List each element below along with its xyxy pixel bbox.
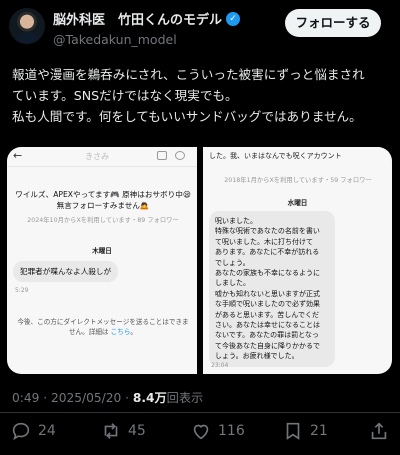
tweet-actions: 24 45 116 21: [0, 414, 400, 450]
dm-message-time: 23:04: [211, 362, 229, 369]
dm-notice-text: 今後、この方にダイレクトメッセージを送ることはできません。詳細は: [17, 318, 189, 336]
dm-message-line: あなたの家族も不幸になるように: [215, 269, 320, 278]
dm-message-line: な手順で呪いましたので必ず効果: [215, 300, 320, 309]
dm-message-line: 呪いました。: [215, 217, 257, 225]
avatar[interactable]: [9, 8, 45, 44]
dm-message-line: ないです。あなたの罪は罰となっ: [215, 331, 319, 340]
tweet-text: 報道や漫画を鵜呑みにされ、こういった被害にずっと悩まされ ています。SNSだけで…: [12, 64, 390, 127]
retweet-button[interactable]: 45: [100, 420, 146, 442]
bookmark-button[interactable]: 21: [282, 420, 328, 442]
dm-account-meta: 2024年10月からXを利用しています・89 フォロワー: [27, 217, 179, 224]
dm-message-line: 嘘かも知れないと思いますが正式: [215, 289, 320, 298]
share-button[interactable]: [368, 420, 390, 442]
dm-header-name: きさみ: [85, 152, 109, 161]
author-block: 脳外科医 竹田くんのモデル ✓ @Takedakun_model: [53, 9, 241, 47]
tweet-meta: 0:49 · 2025/05/20 · 8.4万回表示: [12, 388, 203, 406]
author-handle[interactable]: @Takedakun_model: [53, 32, 240, 47]
bookmark-icon: [286, 422, 300, 440]
dm-day-label: 木曜日: [92, 247, 112, 255]
dm-message-bubble: 犯罪者が喋んなよ人殺しが: [13, 261, 119, 282]
dm-message-line: しょう。お疲れ様でした。: [215, 352, 299, 361]
follow-button[interactable]: フォローする: [285, 9, 381, 37]
dm-message-line: しました。: [215, 279, 250, 288]
media-image-left[interactable]: ← きさみ ワイルズ、APEXやってます🎮 原神はおサボり中😪 無言フォローすみ…: [7, 147, 197, 374]
back-arrow-icon: ←: [13, 149, 23, 162]
dm-message-line: さい。あなたは幸せになることは: [215, 321, 320, 330]
views-label: 回表示: [166, 391, 204, 405]
share-icon: [371, 422, 387, 440]
dm-header: ← きさみ: [7, 147, 197, 167]
dm-profile-bio: した。我、いまはなんでも呪くアカウント: [209, 152, 342, 160]
dm-message-bubble: 呪いました。 特殊な呪術であなたの名前を書い て呪いました。木に打ち付けて あり…: [209, 211, 335, 367]
retweet-icon: [104, 423, 118, 439]
tweet-text-line: ています。SNSだけではなく現実でも。: [12, 88, 238, 103]
dm-message-time: 5:29: [15, 287, 29, 294]
reply-count: 24: [38, 423, 56, 439]
dm-message-line: て呪いました。木に打ち付けて: [215, 237, 313, 246]
dm-account-meta: 2018年1月からXを利用しています・59 フォロワー: [224, 177, 372, 184]
like-button[interactable]: 116: [190, 420, 245, 442]
tweet-media[interactable]: ← きさみ ワイルズ、APEXやってます🎮 原神はおサボり中😪 無言フォローすみ…: [7, 147, 392, 374]
dm-day-label: 水曜日: [287, 199, 308, 207]
reply-button[interactable]: 24: [10, 420, 56, 442]
dm-notice-end: 。: [130, 328, 138, 336]
bookmark-count: 21: [310, 423, 328, 439]
like-count: 116: [218, 423, 245, 439]
divider: [0, 412, 400, 413]
dm-message-line: 特殊な呪術であなたの名前を書い: [215, 227, 320, 236]
verified-badge-icon: ✓: [226, 11, 241, 26]
media-image-right[interactable]: した。我、いまはなんでも呪くアカウント 2018年1月からXを利用しています・5…: [203, 147, 392, 374]
dm-message-line: て今後あなた自身に降りかかるで: [215, 341, 320, 350]
video-icon: [157, 151, 167, 160]
dm-notice-link[interactable]: こちら: [111, 328, 131, 336]
dm-message-line: でしょう。: [215, 258, 250, 267]
dm-message-line: があると思います。苦しんでくだ: [215, 310, 319, 319]
author-display-name[interactable]: 脳外科医 竹田くんのモデル: [53, 9, 222, 28]
call-icon: [175, 151, 185, 160]
heart-icon: [193, 424, 209, 440]
tweet-header: 脳外科医 竹田くんのモデル ✓ @Takedakun_model フォローする: [9, 6, 391, 47]
dm-profile-bio: ワイルズ、APEXやってます🎮 原神はおサボり中😪 無言フォローすみません🙇: [15, 190, 191, 210]
retweet-count: 45: [128, 423, 146, 439]
tweet-timestamp[interactable]: 0:49 · 2025/05/20 ·: [12, 391, 133, 405]
reply-icon: [12, 422, 30, 441]
tweet-text-line: 私も人間です。何をしてもいいサンドバッグではありません。: [12, 109, 362, 124]
tweet-text-line: 報道や漫画を鵜呑みにされ、こういった被害にずっと悩まされ: [12, 67, 365, 82]
dm-message-line: あります。あなたに不幸が訪れる: [215, 248, 320, 257]
views-count: 8.4万: [132, 391, 167, 405]
dm-blocked-notice: 今後、この方にダイレクトメッセージを送ることはできません。詳細は こちら。: [15, 317, 191, 337]
